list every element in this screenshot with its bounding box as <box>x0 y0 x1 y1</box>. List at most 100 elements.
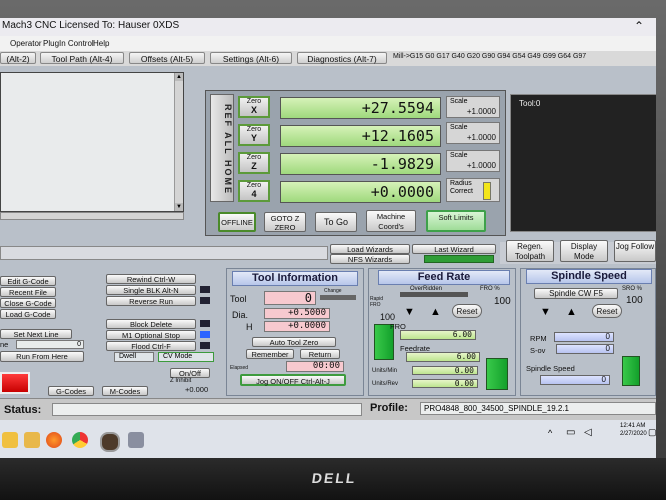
network-icon[interactable]: ▭ <box>566 427 575 438</box>
monitor-bezel: DELL <box>0 458 666 500</box>
flood-button[interactable]: Flood Ctrl-F <box>106 341 196 351</box>
auto-tool-zero-button[interactable]: Auto Tool Zero <box>252 337 336 347</box>
diameter-field[interactable]: +0.5000 <box>264 308 330 319</box>
clock-date[interactable]: 2/27/2020 <box>620 431 647 437</box>
feed-down-arrow-icon[interactable]: ▼ <box>404 306 415 318</box>
stop-button[interactable] <box>0 372 30 394</box>
sov-field: 0 <box>556 344 614 354</box>
run-from-here-button[interactable]: Run From Here <box>0 351 84 362</box>
tool-info-title: Tool Information <box>232 271 358 286</box>
to-go-button[interactable]: To Go <box>315 212 357 232</box>
gcode-viewer[interactable]: ▲ ▼ <box>0 72 184 212</box>
ref-all-home-button[interactable]: REF ALL HOME <box>210 94 234 202</box>
height-field[interactable]: +0.0000 <box>264 321 330 332</box>
scale-x[interactable]: Scale +1.0000 <box>446 96 500 118</box>
tab-tool-path[interactable]: Tool Path (Alt-4) <box>40 52 124 64</box>
dro-z[interactable]: -1.9829 <box>280 153 441 175</box>
spindle-reset-button[interactable]: Reset <box>592 304 622 318</box>
scale-z[interactable]: Scale +1.0000 <box>446 150 500 172</box>
goto-z-zero-button[interactable]: GOTO Z ZERO <box>264 212 306 232</box>
menu-help[interactable]: Help <box>93 39 109 48</box>
mach3-icon[interactable] <box>100 432 120 452</box>
zero-x-button[interactable]: Zero X <box>238 96 270 118</box>
wizard-strip-bar <box>0 246 328 260</box>
soft-limits-button[interactable]: Soft Limits <box>426 210 486 232</box>
menu-plugin-control[interactable]: PlugIn Control <box>43 39 94 48</box>
tab-settings[interactable]: Settings (Alt-6) <box>210 52 292 64</box>
rewind-button[interactable]: Rewind Ctrl-W <box>106 274 196 284</box>
spindle-down-arrow-icon[interactable]: ▼ <box>540 306 551 318</box>
clock-time[interactable]: 12:41 AM <box>620 423 645 429</box>
zero-y-label: Zero <box>246 126 262 133</box>
modal-gcode-line: Mill->G15 G0 G17 G40 G20 G90 G94 G54 G49… <box>393 53 587 60</box>
window-chevron-icon[interactable]: ⌃ <box>634 19 644 33</box>
profile-field: PRO4848_800_34500_SPINDLE_19.2.1 <box>420 402 656 415</box>
jog-follow-button[interactable]: Jog Follow <box>614 240 656 262</box>
app-icon[interactable] <box>128 432 144 448</box>
remember-button[interactable]: Remember <box>246 349 294 359</box>
menu-operator[interactable]: Operator <box>10 39 42 48</box>
display-mode-button[interactable]: Display Mode <box>560 240 608 262</box>
line-field[interactable]: 0 <box>16 340 84 349</box>
reverse-run-button[interactable]: Reverse Run <box>106 296 196 306</box>
feed-up-arrow-icon[interactable]: ▲ <box>430 306 441 318</box>
jog-onoff-button[interactable]: Jog ON/OFF Ctrl-Alt-J <box>240 374 346 386</box>
scale-y-label: Scale <box>450 124 468 131</box>
dro-4[interactable]: +0.0000 <box>280 181 441 203</box>
regen-toolpath-button[interactable]: Regen. Toolpath <box>506 240 554 262</box>
toolpath-display[interactable]: Tool:0 <box>510 94 656 232</box>
title-bar: Mach3 CNC Licensed To: Hauser 0XDS ⌃ <box>0 18 656 36</box>
firefox-icon[interactable] <box>46 432 62 448</box>
spindle-cw-button[interactable]: Spindle CW F5 <box>534 288 618 299</box>
load-gcode-button[interactable]: Load G-Code <box>0 309 56 319</box>
tab-alt2[interactable]: (Alt-2) <box>0 52 36 64</box>
set-next-line-button[interactable]: Set Next Line <box>0 329 72 339</box>
screen: Mach3 CNC Licensed To: Hauser 0XDS ⌃ Ope… <box>0 18 656 458</box>
dell-logo: DELL <box>310 470 358 486</box>
radius-correct-button[interactable]: Radius Correct <box>446 178 500 202</box>
zero-4-button[interactable]: Zero 4 <box>238 180 270 202</box>
tray-chevron-icon[interactable]: ^ <box>548 428 552 438</box>
single-blk-button[interactable]: Single BLK Alt-N <box>106 285 196 295</box>
gcode-scrollbar[interactable] <box>174 73 183 211</box>
chrome-icon[interactable] <box>72 432 88 448</box>
volume-icon[interactable]: ◁ <box>584 427 592 438</box>
z-inhibit-onoff-button[interactable]: On/Off <box>170 368 210 378</box>
gcodes-button[interactable]: G-Codes <box>48 386 94 396</box>
mcodes-button[interactable]: M-Codes <box>102 386 148 396</box>
tab-offsets[interactable]: Offsets (Alt-5) <box>129 52 205 64</box>
tool-number-field[interactable]: 0 <box>264 291 316 305</box>
last-wizard-button[interactable]: Last Wizard <box>412 244 496 254</box>
dro-y[interactable]: +12.1605 <box>280 125 441 147</box>
notifications-icon[interactable]: ▢ <box>648 427 656 438</box>
scale-y[interactable]: Scale +1.0000 <box>446 122 500 144</box>
spindle-speed-field[interactable]: 0 <box>540 375 610 385</box>
machine-coords-button[interactable]: Machine Coord's <box>366 210 416 232</box>
nfs-wizards-button[interactable]: NFS Wizards <box>330 254 410 264</box>
radius-correct-label: Radius Correct <box>450 180 473 195</box>
m1-optional-stop-button[interactable]: M1 Optional Stop <box>106 330 196 340</box>
tab-diagnostics[interactable]: Diagnostics (Alt-7) <box>297 52 387 64</box>
gcode-hscrollbar[interactable] <box>0 212 184 220</box>
scroll-up-icon[interactable]: ▲ <box>175 73 183 81</box>
file-explorer-icon[interactable] <box>24 432 40 448</box>
task-view-icon[interactable] <box>2 432 18 448</box>
close-gcode-button[interactable]: Close G-Code <box>0 298 56 308</box>
sro-pct-value: 100 <box>626 295 643 306</box>
scroll-down-icon[interactable]: ▼ <box>175 203 183 211</box>
load-wizards-button[interactable]: Load Wizards <box>330 244 410 254</box>
spindle-up-arrow-icon[interactable]: ▲ <box>566 306 577 318</box>
zero-z-button[interactable]: Zero Z <box>238 152 270 174</box>
feedrate-field[interactable]: 6.00 <box>406 352 480 362</box>
feed-reset-button[interactable]: Reset <box>452 304 482 318</box>
edit-gcode-button[interactable]: Edit G-Code <box>0 276 56 286</box>
dro-x[interactable]: +27.5594 <box>280 97 441 119</box>
block-delete-button[interactable]: Block Delete <box>106 319 196 329</box>
return-button[interactable]: Return <box>300 349 340 359</box>
spindle-bar <box>622 356 640 386</box>
offline-button[interactable]: OFFLINE <box>218 212 256 232</box>
lower-area: Edit G-Code Recent File Close G-Code Loa… <box>0 264 656 398</box>
line-label: ne <box>0 340 9 349</box>
zero-y-button[interactable]: Zero Y <box>238 124 270 146</box>
recent-file-button[interactable]: Recent File <box>0 287 56 297</box>
